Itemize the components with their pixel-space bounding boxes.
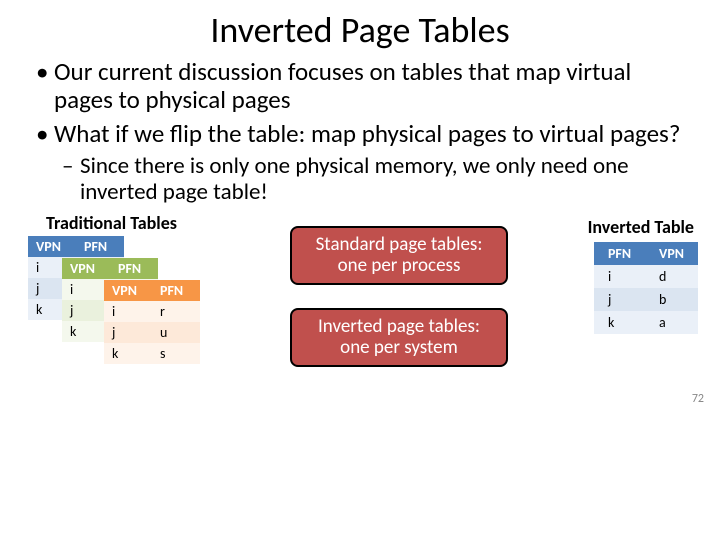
cell: b xyxy=(645,288,698,311)
cell: j xyxy=(104,322,152,343)
col-vpn: VPN xyxy=(28,236,76,257)
cell: k xyxy=(62,321,110,342)
cell: d xyxy=(645,265,698,288)
callout-line: Standard page tables: xyxy=(302,234,496,256)
cell: s xyxy=(152,343,200,364)
col-pfn: PFN xyxy=(76,236,124,257)
cell: u xyxy=(152,322,200,343)
cell: a xyxy=(645,311,698,334)
col-vpn: VPN xyxy=(62,258,110,279)
cell: r xyxy=(152,301,200,322)
trad-table-3: VPNPFN ir ju ks xyxy=(104,280,200,364)
bullet-2: What if we flip the table: map physical … xyxy=(36,120,690,148)
col-pfn: PFN xyxy=(152,280,200,301)
sub-bullet-1: Since there is only one physical memory,… xyxy=(62,154,660,206)
col-vpn: VPN xyxy=(104,280,152,301)
callout-inverted: Inverted page tables: one per system xyxy=(290,308,508,368)
traditional-label: Traditional Tables xyxy=(46,212,177,234)
cell: k xyxy=(594,311,645,334)
page-number: 72 xyxy=(692,392,704,406)
col-pfn: PFN xyxy=(594,242,645,265)
callout-line: one per system xyxy=(302,337,496,359)
inverted-table: PFNVPN id jb ka xyxy=(594,242,698,334)
col-vpn: VPN xyxy=(645,242,698,265)
callout-line: Inverted page tables: xyxy=(302,316,496,338)
cell: i xyxy=(62,279,110,300)
bullet-list: Our current discussion focuses on tables… xyxy=(0,58,720,206)
diagram-area: Traditional Tables Inverted Table VPNPFN… xyxy=(0,212,720,412)
cell: j xyxy=(594,288,645,311)
slide-title: Inverted Page Tables xyxy=(0,0,720,58)
bullet-1: Our current discussion focuses on tables… xyxy=(36,58,690,114)
callout-standard: Standard page tables: one per process xyxy=(290,226,508,286)
callout-line: one per process xyxy=(302,255,496,277)
cell: i xyxy=(594,265,645,288)
col-pfn: PFN xyxy=(110,258,158,279)
cell: i xyxy=(104,301,152,322)
cell: j xyxy=(62,300,110,321)
inverted-label: Inverted Table xyxy=(588,216,694,238)
cell: k xyxy=(104,343,152,364)
